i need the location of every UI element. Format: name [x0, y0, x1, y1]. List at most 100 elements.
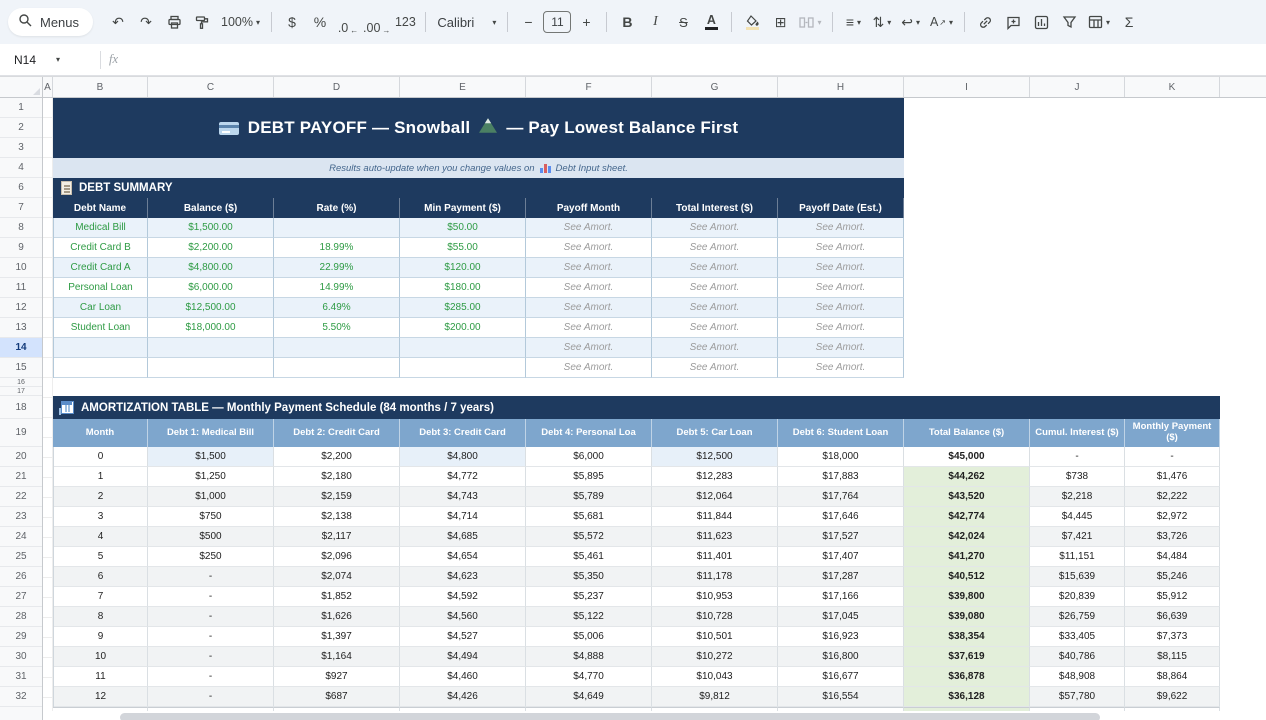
- cell[interactable]: $15,639: [1030, 567, 1125, 587]
- cell[interactable]: $2,074: [274, 567, 400, 587]
- cell[interactable]: $11,844: [652, 507, 778, 527]
- zoom-select[interactable]: 100% ▾: [217, 9, 264, 35]
- cell[interactable]: $5,350: [526, 567, 652, 587]
- cell[interactable]: $687: [274, 687, 400, 707]
- cell[interactable]: -: [148, 667, 274, 687]
- cell[interactable]: $17,764: [778, 487, 904, 507]
- cell[interactable]: $38,354: [904, 627, 1030, 647]
- cell[interactable]: $4,445: [1030, 507, 1125, 527]
- column-header[interactable]: G: [652, 77, 778, 97]
- row-header[interactable]: 11: [0, 278, 42, 298]
- text-rotation-button[interactable]: A ↗ ▾: [926, 9, 957, 35]
- cell[interactable]: $5,006: [526, 627, 652, 647]
- cell[interactable]: $4,494: [400, 647, 526, 667]
- cell[interactable]: 5.50%: [274, 318, 400, 338]
- cell[interactable]: $17,166: [778, 587, 904, 607]
- cell[interactable]: $4,888: [526, 647, 652, 667]
- cell[interactable]: $11,178: [652, 567, 778, 587]
- cell[interactable]: $6,000: [526, 447, 652, 467]
- cell[interactable]: $285.00: [400, 298, 526, 318]
- cell[interactable]: $927: [274, 667, 400, 687]
- cell[interactable]: See Amort.: [778, 338, 904, 358]
- cell[interactable]: $6,639: [1125, 607, 1220, 627]
- cell[interactable]: 0: [54, 447, 148, 467]
- cell[interactable]: $5,912: [1125, 587, 1220, 607]
- cell[interactable]: See Amort.: [526, 358, 652, 378]
- text-color-button[interactable]: A: [698, 9, 724, 35]
- functions-button[interactable]: Σ: [1116, 9, 1142, 35]
- column-header[interactable]: C: [148, 77, 274, 97]
- row-header[interactable]: 4: [0, 158, 42, 178]
- row-header[interactable]: 30: [0, 647, 42, 667]
- cell[interactable]: $10,043: [652, 667, 778, 687]
- cell[interactable]: $1,626: [274, 607, 400, 627]
- cell[interactable]: $2,096: [274, 547, 400, 567]
- row-header[interactable]: 16: [0, 378, 42, 387]
- column-header[interactable]: H: [778, 77, 904, 97]
- cell[interactable]: $4,426: [400, 687, 526, 707]
- row-header[interactable]: 19: [0, 419, 42, 447]
- amortization-header-cell[interactable]: Total Balance ($): [904, 419, 1030, 447]
- cell[interactable]: $36,128: [904, 687, 1030, 707]
- cell[interactable]: See Amort.: [778, 238, 904, 258]
- cell[interactable]: [400, 338, 526, 358]
- cell[interactable]: $2,218: [1030, 487, 1125, 507]
- cell[interactable]: See Amort.: [778, 298, 904, 318]
- cell[interactable]: [53, 707, 148, 711]
- cell[interactable]: $1,397: [274, 627, 400, 647]
- cell[interactable]: $37,619: [904, 647, 1030, 667]
- cell[interactable]: $4,685: [400, 527, 526, 547]
- cell[interactable]: See Amort.: [652, 238, 778, 258]
- cell[interactable]: $17,646: [778, 507, 904, 527]
- cell[interactable]: [526, 707, 652, 711]
- cell[interactable]: [148, 707, 274, 711]
- select-all-corner[interactable]: [0, 77, 43, 97]
- amortization-header-cell[interactable]: Month: [53, 419, 148, 447]
- cell[interactable]: [54, 338, 148, 358]
- cell[interactable]: See Amort.: [526, 338, 652, 358]
- column-header[interactable]: A: [43, 77, 53, 97]
- cell[interactable]: $7,421: [1030, 527, 1125, 547]
- cell[interactable]: Credit Card A: [54, 258, 148, 278]
- horizontal-align-button[interactable]: ≡ ▾: [840, 9, 866, 35]
- cell[interactable]: $4,654: [400, 547, 526, 567]
- row-header[interactable]: 18: [0, 396, 42, 419]
- cell[interactable]: $40,512: [904, 567, 1030, 587]
- cell[interactable]: $5,122: [526, 607, 652, 627]
- cell[interactable]: [400, 358, 526, 378]
- column-header[interactable]: J: [1030, 77, 1125, 97]
- row-header[interactable]: 20: [0, 447, 42, 467]
- cell[interactable]: -: [148, 607, 274, 627]
- cell[interactable]: $11,401: [652, 547, 778, 567]
- insert-chart-button[interactable]: [1028, 9, 1054, 35]
- decrease-font-size-button[interactable]: −: [515, 9, 541, 35]
- cell[interactable]: 9: [54, 627, 148, 647]
- cell[interactable]: $250: [148, 547, 274, 567]
- cell[interactable]: $8,864: [1125, 667, 1220, 687]
- cell[interactable]: $4,772: [400, 467, 526, 487]
- cell[interactable]: See Amort.: [526, 298, 652, 318]
- text-wrap-button[interactable]: ↩ ▾: [897, 9, 924, 35]
- cell[interactable]: $4,649: [526, 687, 652, 707]
- increase-font-size-button[interactable]: +: [573, 9, 599, 35]
- cell[interactable]: [148, 358, 274, 378]
- borders-button[interactable]: ⊞: [767, 9, 793, 35]
- row-header[interactable]: 23: [0, 507, 42, 527]
- column-header[interactable]: D: [274, 77, 400, 97]
- cell[interactable]: -: [148, 647, 274, 667]
- cell[interactable]: See Amort.: [526, 278, 652, 298]
- cell[interactable]: See Amort.: [652, 218, 778, 238]
- row-header[interactable]: 2: [0, 118, 42, 138]
- cell[interactable]: $45,000: [904, 447, 1030, 467]
- cell[interactable]: $2,117: [274, 527, 400, 547]
- cell[interactable]: $2,200.00: [148, 238, 274, 258]
- format-percent-button[interactable]: %: [307, 9, 333, 35]
- cell[interactable]: 10: [54, 647, 148, 667]
- cell[interactable]: -: [148, 687, 274, 707]
- amortization-header-cell[interactable]: Debt 5: Car Loan: [652, 419, 778, 447]
- vertical-align-button[interactable]: ⇅ ▾: [868, 9, 895, 35]
- cell[interactable]: See Amort.: [652, 298, 778, 318]
- cell[interactable]: -: [148, 567, 274, 587]
- cell[interactable]: $41,270: [904, 547, 1030, 567]
- cell[interactable]: $18,000.00: [148, 318, 274, 338]
